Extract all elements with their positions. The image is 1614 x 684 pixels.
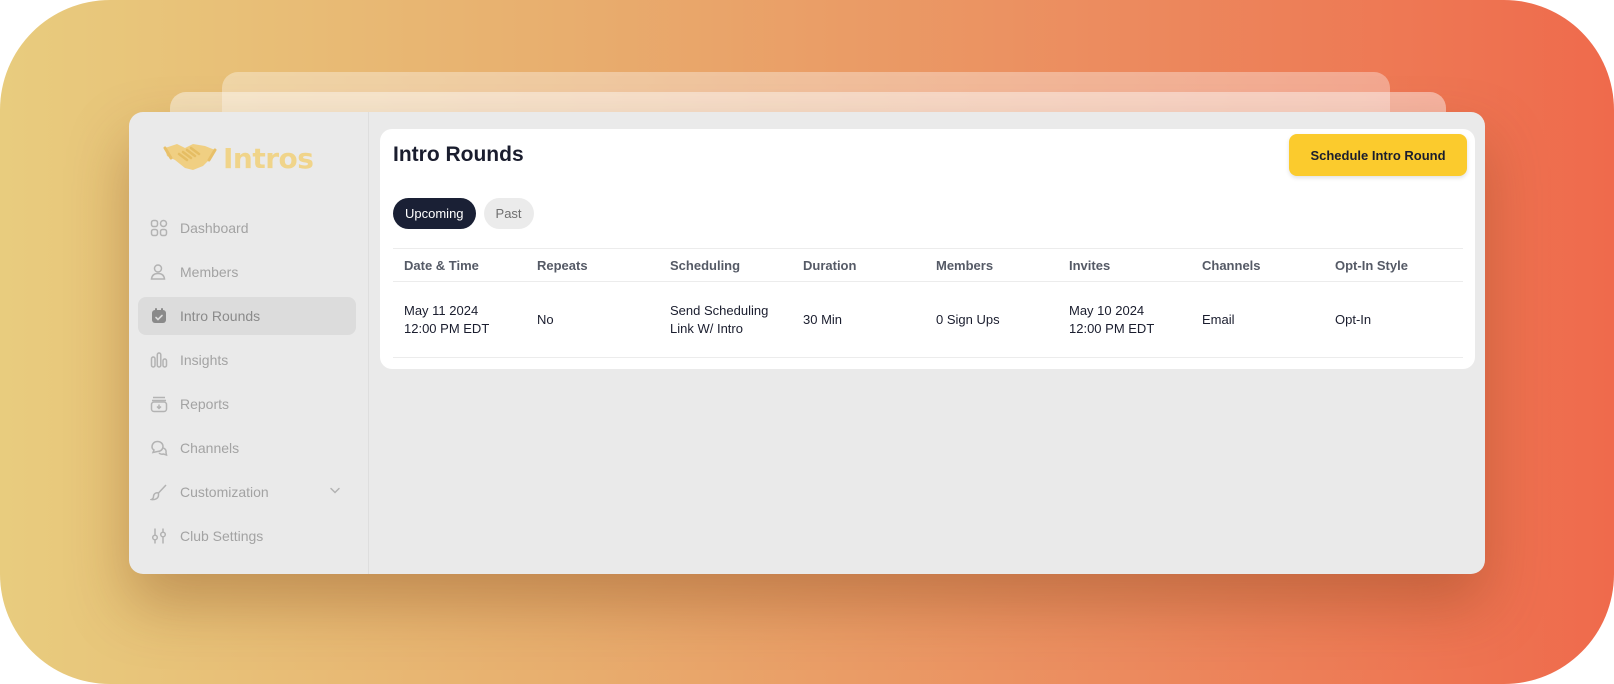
sidebar-item-label: Intro Rounds (180, 308, 261, 324)
sidebar-item-reports[interactable]: Reports (138, 385, 356, 423)
sidebar: Intros Dashboard Members Intro Rounds In… (129, 112, 369, 574)
sidebar-item-members[interactable]: Members (138, 253, 356, 291)
sidebar-item-intro-rounds[interactable]: Intro Rounds (138, 297, 356, 335)
tab-upcoming[interactable]: Upcoming (393, 198, 476, 229)
sidebar-item-dashboard[interactable]: Dashboard (138, 209, 356, 247)
brush-icon (149, 482, 169, 502)
cell-date-time: May 11 2024 12:00 PM EDT (404, 302, 490, 336)
sidebar-nav: Dashboard Members Intro Rounds Insights … (138, 209, 356, 561)
sidebar-item-insights[interactable]: Insights (138, 341, 356, 379)
cell-opt-in-style: Opt-In (1335, 311, 1372, 327)
column-header-invites[interactable]: Invites (1058, 258, 1191, 273)
column-header-members[interactable]: Members (925, 258, 1058, 273)
bars-icon (149, 350, 169, 370)
column-header-channels[interactable]: Channels (1191, 258, 1324, 273)
cell-repeats: No (537, 311, 554, 327)
sidebar-item-label: Members (180, 264, 239, 280)
intro-rounds-panel: Intro Rounds Schedule Intro Round Upcomi… (380, 129, 1475, 369)
folder-icon (149, 394, 169, 414)
column-header-duration[interactable]: Duration (792, 258, 925, 273)
cell-invites: May 10 2024 12:00 PM EDT (1069, 302, 1155, 336)
sliders-icon (149, 526, 169, 546)
table-header: Date & Time Repeats Scheduling Duration … (393, 248, 1463, 282)
column-header-repeats[interactable]: Repeats (526, 258, 659, 273)
sidebar-item-label: Dashboard (180, 220, 249, 236)
sidebar-item-label: Customization (180, 484, 269, 500)
chat-icon (149, 438, 169, 458)
app-window: Intros Dashboard Members Intro Rounds In… (129, 112, 1485, 574)
cell-channels: Email (1202, 311, 1235, 327)
tab-past[interactable]: Past (483, 198, 534, 229)
cell-scheduling: Send Scheduling Link W/ Intro (670, 302, 769, 336)
cell-duration: 30 Min (803, 311, 843, 327)
column-header-opt-in-style[interactable]: Opt-In Style (1324, 258, 1457, 273)
sidebar-item-label: Club Settings (180, 528, 264, 544)
column-header-date-time[interactable]: Date & Time (393, 258, 526, 273)
round-tabs: Upcoming Past (393, 198, 534, 229)
schedule-intro-round-button[interactable]: Schedule Intro Round (1289, 134, 1467, 176)
handshake-icon (163, 138, 217, 179)
cell-members: 0 Sign Ups (936, 311, 1000, 327)
sidebar-item-label: Insights (180, 352, 229, 368)
column-header-scheduling[interactable]: Scheduling (659, 258, 792, 273)
table-row[interactable]: May 11 2024 12:00 PM EDT No Send Schedul… (393, 282, 1463, 358)
logo-text: Intros (223, 141, 314, 175)
gradient-background: Intros Dashboard Members Intro Rounds In… (0, 0, 1614, 684)
sidebar-item-channels[interactable]: Channels (138, 429, 356, 467)
chevron-down-icon[interactable] (328, 483, 342, 500)
intro-rounds-table: Date & Time Repeats Scheduling Duration … (393, 248, 1463, 358)
page-title: Intro Rounds (393, 143, 524, 166)
sidebar-item-label: Channels (180, 440, 240, 456)
sidebar-item-customization[interactable]: Customization (138, 473, 356, 511)
grid-icon (149, 218, 169, 238)
calendar-icon (149, 306, 169, 326)
user-icon (149, 262, 169, 282)
app-logo[interactable]: Intros (163, 136, 314, 180)
sidebar-item-club-settings[interactable]: Club Settings (138, 517, 356, 555)
sidebar-item-label: Reports (180, 396, 230, 412)
